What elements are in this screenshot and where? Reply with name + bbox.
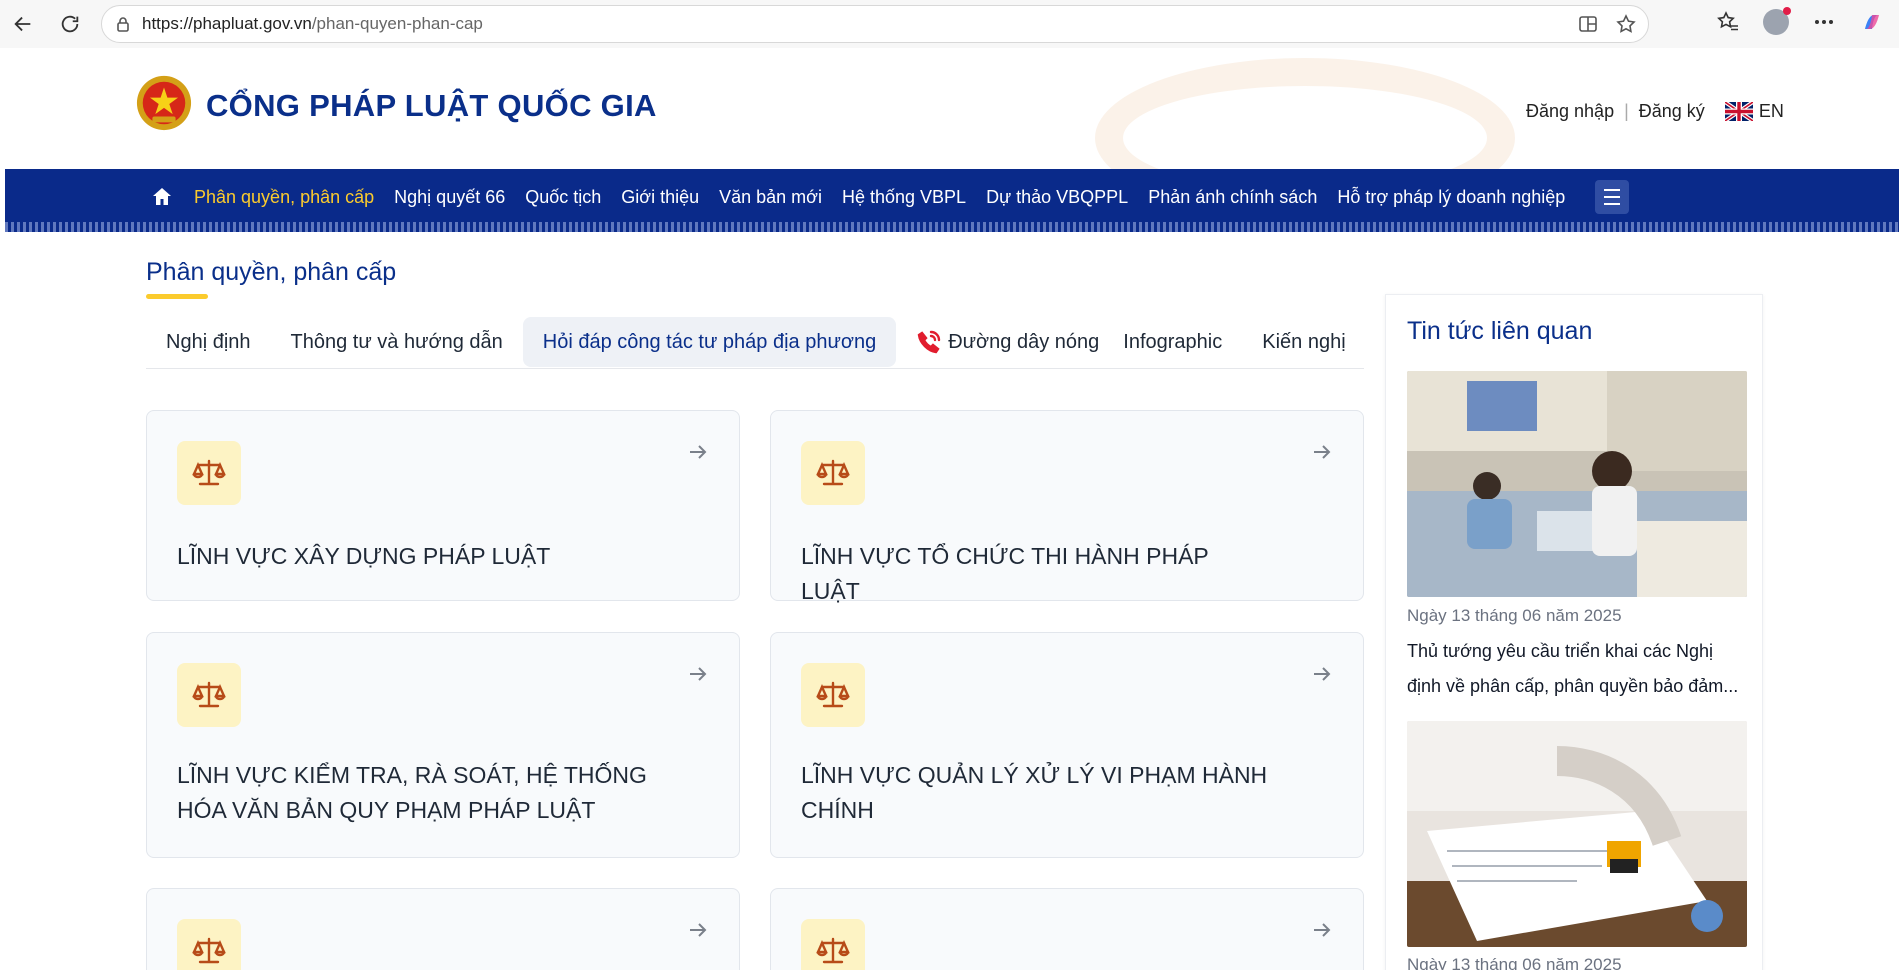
page-title: Phân quyền, phân cấp	[146, 258, 397, 286]
national-emblem-icon[interactable]	[135, 74, 193, 132]
nav-item-nghi-quyet-66[interactable]: Nghị quyết 66	[394, 187, 505, 208]
back-icon[interactable]	[8, 9, 38, 39]
category-tabs: Nghị định Thông tư và hướng dẫn Hỏi đáp …	[146, 316, 1364, 369]
scales-of-justice-icon	[177, 919, 241, 970]
tab-label: Thông tư và hướng dẫn	[290, 330, 503, 353]
tab-label: Kiến nghị	[1262, 330, 1346, 353]
profile-avatar[interactable]	[1763, 7, 1791, 35]
language-switch[interactable]: EN	[1724, 101, 1784, 122]
tab-label: Hỏi đáp công tác tư pháp địa phương	[542, 330, 877, 353]
menu-toggle-button[interactable]	[1595, 180, 1630, 214]
arrow-right-icon[interactable]	[687, 663, 709, 685]
sidebar-title: Tin tức liên quan	[1407, 317, 1593, 345]
nav-item-he-thong-vbpl[interactable]: Hệ thống VBPL	[842, 187, 966, 208]
scales-of-justice-icon	[801, 919, 865, 970]
favorites-icon[interactable]	[1715, 9, 1741, 35]
tab-kien-nghi[interactable]: Kiến nghị	[1242, 317, 1365, 367]
tab-nghi-dinh[interactable]: Nghị định	[146, 317, 271, 367]
phone-ringing-icon	[916, 329, 942, 355]
arrow-right-icon[interactable]	[1311, 663, 1333, 685]
nav-item-phan-quyen[interactable]: Phân quyền, phân cấp	[194, 187, 374, 208]
favorite-star-icon[interactable]	[1616, 14, 1636, 34]
category-card[interactable]: LĨNH VỰC KIỂM TRA, RÀ SOÁT, HỆ THỐNG HÓA…	[146, 632, 740, 858]
arrow-right-icon[interactable]	[1311, 441, 1333, 463]
nav-item-quoc-tich[interactable]: Quốc tịch	[525, 187, 601, 208]
register-link[interactable]: Đăng ký	[1639, 101, 1705, 122]
card-title: LĨNH VỰC TỔ CHỨC THI HÀNH PHÁP LUẬT	[801, 543, 1209, 604]
address-bar[interactable]: https://phapluat.gov.vn/phan-quyen-phan-…	[101, 5, 1649, 43]
news-title[interactable]: Thủ tướng yêu cầu triển khai các Nghị đị…	[1407, 634, 1747, 704]
copilot-icon[interactable]	[1859, 9, 1885, 35]
scales-of-justice-icon	[801, 441, 865, 505]
scales-of-justice-icon	[801, 663, 865, 727]
news-thumbnail-office[interactable]	[1407, 371, 1747, 597]
arrow-right-icon[interactable]	[687, 919, 709, 941]
nav-item-du-thao[interactable]: Dự thảo VBQPPL	[986, 187, 1128, 208]
nav-item-van-ban-moi[interactable]: Văn bản mới	[719, 187, 822, 208]
tab-hoi-dap[interactable]: Hỏi đáp công tác tư pháp địa phương	[522, 317, 897, 367]
url-domain: https://phapluat.gov.vn	[142, 14, 312, 33]
news-date: Ngày 13 tháng 06 năm 2025	[1407, 955, 1622, 970]
tab-label: Infographic	[1123, 330, 1223, 353]
card-title: LĨNH VỰC XÂY DỰNG PHÁP LUẬT	[177, 543, 551, 569]
browser-toolbar: https://phapluat.gov.vn/phan-quyen-phan-…	[0, 0, 1899, 48]
url-path: /phan-quyen-phan-cap	[311, 14, 483, 33]
site-header: CỔNG PHÁP LUẬT QUỐC GIA Đăng nhập | Đăng…	[5, 48, 1899, 169]
news-date: Ngày 13 tháng 06 năm 2025	[1407, 606, 1622, 625]
scales-of-justice-icon	[177, 441, 241, 505]
home-icon[interactable]	[150, 185, 174, 209]
decorative-drum-pattern	[1095, 58, 1515, 169]
tab-label: Đường dây nóng	[948, 330, 1100, 353]
news-thumbnail-stamp[interactable]	[1407, 721, 1747, 947]
card-title: LĨNH VỰC QUẢN LÝ XỬ LÝ VI PHẠM HÀNH CHÍN…	[801, 762, 1268, 823]
tab-infographic[interactable]: Infographic	[1109, 317, 1242, 367]
related-news-sidebar: Tin tức liên quan Ngày 13 tháng 06 năm 2…	[1385, 294, 1763, 970]
web-page: CỔNG PHÁP LUẬT QUỐC GIA Đăng nhập | Đăng…	[5, 48, 1899, 970]
url-text: https://phapluat.gov.vn/phan-quyen-phan-…	[142, 14, 483, 34]
uk-flag-icon	[1724, 102, 1753, 121]
login-link[interactable]: Đăng nhập	[1526, 101, 1614, 122]
card-title: LĨNH VỰC KIỂM TRA, RÀ SOÁT, HỆ THỐNG HÓA…	[177, 762, 647, 823]
category-card[interactable]: LĨNH VỰC XÂY DỰNG PHÁP LUẬT	[146, 410, 740, 601]
title-underline	[146, 294, 208, 299]
decorative-band	[5, 222, 1899, 232]
site-title[interactable]: CỔNG PHÁP LUẬT QUỐC GIA	[206, 88, 657, 124]
category-card[interactable]: LĨNH VỰC QUẢN LÝ XỬ LÝ VI PHẠM HÀNH CHÍN…	[770, 632, 1364, 858]
split-screen-icon[interactable]	[1578, 14, 1598, 34]
scales-of-justice-icon	[177, 663, 241, 727]
arrow-right-icon[interactable]	[687, 441, 709, 463]
nav-item-phan-anh[interactable]: Phản ánh chính sách	[1148, 187, 1317, 208]
more-options-icon[interactable]	[1811, 9, 1837, 35]
category-card[interactable]	[146, 888, 740, 970]
auth-links: Đăng nhập | Đăng ký EN	[1526, 101, 1784, 122]
tab-label: Nghị định	[166, 330, 251, 353]
nav-item-ho-tro-phap-ly[interactable]: Hỗ trợ pháp lý doanh nghiệp	[1337, 187, 1565, 208]
language-label: EN	[1758, 101, 1784, 121]
arrow-right-icon[interactable]	[1311, 919, 1333, 941]
lock-icon	[117, 17, 129, 32]
reload-icon[interactable]	[55, 9, 85, 39]
category-card[interactable]: LĨNH VỰC TỔ CHỨC THI HÀNH PHÁP LUẬT	[770, 410, 1364, 604]
nav-item-gioi-thieu[interactable]: Giới thiệu	[621, 187, 699, 208]
tab-duong-day-nong[interactable]: Đường dây nóng	[896, 317, 1109, 367]
tab-thong-tu[interactable]: Thông tư và hướng dẫn	[271, 317, 523, 367]
auth-separator: |	[1624, 101, 1629, 121]
category-card[interactable]	[770, 888, 1364, 970]
main-navigation: Phân quyền, phân cấp Nghị quyết 66 Quốc …	[5, 169, 1899, 232]
